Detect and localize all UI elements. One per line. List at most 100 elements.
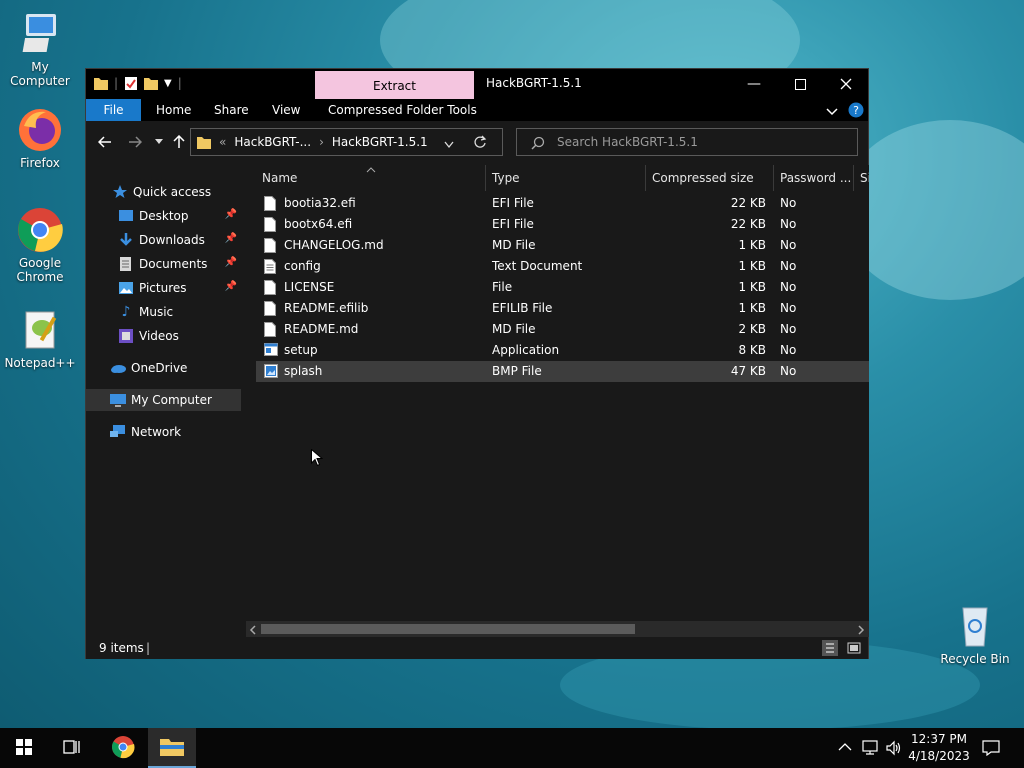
file-type: MD File <box>492 322 536 336</box>
sidebar-item-onedrive[interactable]: OneDrive <box>86 357 241 379</box>
column-header-password[interactable]: Password ... <box>774 165 854 191</box>
file-name: README.md <box>284 322 359 336</box>
taskbar-chrome[interactable] <box>99 728 147 768</box>
task-view-button[interactable] <box>48 728 96 768</box>
sidebar-item-videos[interactable]: Videos <box>86 325 241 347</box>
table-row[interactable]: README.md MD File 2 KB No <box>256 319 869 340</box>
videos-icon <box>118 328 134 344</box>
properties-icon[interactable] <box>124 75 138 91</box>
tab-home[interactable]: Home <box>146 99 201 121</box>
network-status-icon[interactable] <box>862 740 880 759</box>
maximize-button[interactable] <box>777 69 823 99</box>
customize-toolbar-icon[interactable]: ▼ <box>164 78 172 89</box>
desktop-icon-firefox[interactable]: Firefox <box>0 106 80 170</box>
table-row[interactable]: LICENSE File 1 KB No <box>256 277 869 298</box>
sidebar-item-desktop[interactable]: Desktop 📌 <box>86 205 241 227</box>
desktop-icon-notepad-plus-plus[interactable]: Notepad++ <box>0 306 80 370</box>
sidebar-item-label: OneDrive <box>131 361 188 375</box>
help-icon[interactable]: ? <box>848 102 864 121</box>
recent-locations-button[interactable] <box>148 131 170 153</box>
search-placeholder: Search HackBGRT-1.5.1 <box>557 135 698 149</box>
notifications-icon[interactable] <box>982 740 1000 759</box>
address-dropdown-icon[interactable] <box>444 138 454 152</box>
sidebar-item-downloads[interactable]: Downloads 📌 <box>86 229 241 251</box>
status-separator: | <box>146 641 151 655</box>
file-name: README.efilib <box>284 301 369 315</box>
folder-icon[interactable] <box>94 75 108 91</box>
file-icon <box>264 196 276 211</box>
table-row[interactable]: config Text Document 1 KB No <box>256 256 869 277</box>
table-row[interactable]: setup Application 8 KB No <box>256 340 869 361</box>
extract-contextual-tab[interactable]: Extract <box>315 71 474 99</box>
column-header-name[interactable]: Name <box>256 165 486 191</box>
address-bar[interactable]: « HackBGRT-... › HackBGRT-1.5.1 <box>190 128 503 156</box>
scroll-right-icon[interactable] <box>857 624 865 638</box>
table-row[interactable]: README.efilib EFILIB File 1 KB No <box>256 298 869 319</box>
file-icon <box>264 238 276 253</box>
file-explorer-icon <box>160 736 184 759</box>
documents-icon <box>118 256 134 272</box>
sidebar-item-music[interactable]: ♪ Music <box>86 301 241 323</box>
breadcrumb-overflow[interactable]: « <box>219 135 226 149</box>
file-size: 22 KB <box>730 217 766 231</box>
large-icons-view-icon[interactable] <box>846 640 862 659</box>
sidebar-item-network[interactable]: Network <box>86 421 241 443</box>
file-type: BMP File <box>492 364 542 378</box>
sidebar-item-quick-access[interactable]: Quick access <box>86 181 241 203</box>
file-size: 1 KB <box>738 301 766 315</box>
breadcrumb-item[interactable]: HackBGRT-... <box>234 135 311 149</box>
volume-icon[interactable] <box>886 740 902 759</box>
quick-access-toolbar: | ▼ | <box>94 75 182 91</box>
download-icon <box>118 232 134 248</box>
sidebar-item-documents[interactable]: Documents 📌 <box>86 253 241 275</box>
details-view-icon[interactable] <box>822 640 838 656</box>
horizontal-scrollbar[interactable] <box>246 621 869 637</box>
new-folder-icon[interactable] <box>144 75 159 91</box>
computer-icon <box>110 392 126 408</box>
up-button[interactable] <box>168 131 190 153</box>
table-row[interactable]: bootx64.efi EFI File 22 KB No <box>256 214 869 235</box>
file-list: Name Type Compressed size Password ... S… <box>246 165 869 637</box>
scroll-left-icon[interactable] <box>249 624 257 638</box>
breadcrumb-item[interactable]: HackBGRT-1.5.1 <box>332 135 428 149</box>
table-row[interactable]: bootia32.efi EFI File 22 KB No <box>256 193 869 214</box>
forward-button[interactable] <box>124 131 146 153</box>
column-header-compressed-size[interactable]: Compressed size <box>646 165 774 191</box>
taskbar-file-explorer[interactable] <box>148 728 196 768</box>
back-button[interactable] <box>94 131 116 153</box>
clock[interactable]: 12:37 PM 4/18/2023 <box>906 731 972 765</box>
refresh-icon[interactable] <box>473 135 487 152</box>
desktop-icon-label: My Computer <box>10 60 70 88</box>
tab-file[interactable]: File <box>86 99 141 121</box>
column-header-size[interactable]: Si <box>854 165 869 191</box>
start-button[interactable] <box>0 728 48 768</box>
column-header-type[interactable]: Type <box>486 165 646 191</box>
table-row[interactable]: CHANGELOG.md MD File 1 KB No <box>256 235 869 256</box>
minimize-button[interactable]: — <box>731 69 777 99</box>
file-size: 22 KB <box>730 196 766 210</box>
mouse-cursor-icon <box>311 448 324 470</box>
show-hidden-icons-icon[interactable] <box>838 741 852 755</box>
navigation-bar: « HackBGRT-... › HackBGRT-1.5.1 Search H… <box>86 125 868 159</box>
desktop-icon-google-chrome[interactable]: Google Chrome <box>0 206 80 284</box>
breadcrumb: « HackBGRT-... › HackBGRT-1.5.1 <box>219 135 428 149</box>
file-password: No <box>780 343 797 357</box>
file-size: 1 KB <box>738 280 766 294</box>
file-password: No <box>780 238 797 252</box>
expand-ribbon-icon[interactable] <box>826 105 838 119</box>
search-input[interactable]: Search HackBGRT-1.5.1 <box>516 128 858 156</box>
close-button[interactable] <box>823 69 869 99</box>
desktop-icon-recycle-bin[interactable]: Recycle Bin <box>935 602 1015 666</box>
sidebar-item-pictures[interactable]: Pictures 📌 <box>86 277 241 299</box>
sidebar-item-my-computer[interactable]: My Computer <box>86 389 241 411</box>
cloud-icon <box>110 360 126 376</box>
tab-share[interactable]: Share <box>204 99 259 121</box>
breadcrumb-separator[interactable]: › <box>319 135 324 149</box>
firefox-icon <box>16 106 64 154</box>
desktop-icon-my-computer[interactable]: My Computer <box>0 10 80 88</box>
tab-compressed-folder-tools[interactable]: Compressed Folder Tools <box>318 99 487 121</box>
network-icon <box>110 424 126 440</box>
scrollbar-thumb[interactable] <box>261 624 635 634</box>
table-row-selected[interactable]: splash BMP File 47 KB No <box>256 361 869 382</box>
tab-view[interactable]: View <box>262 99 310 121</box>
